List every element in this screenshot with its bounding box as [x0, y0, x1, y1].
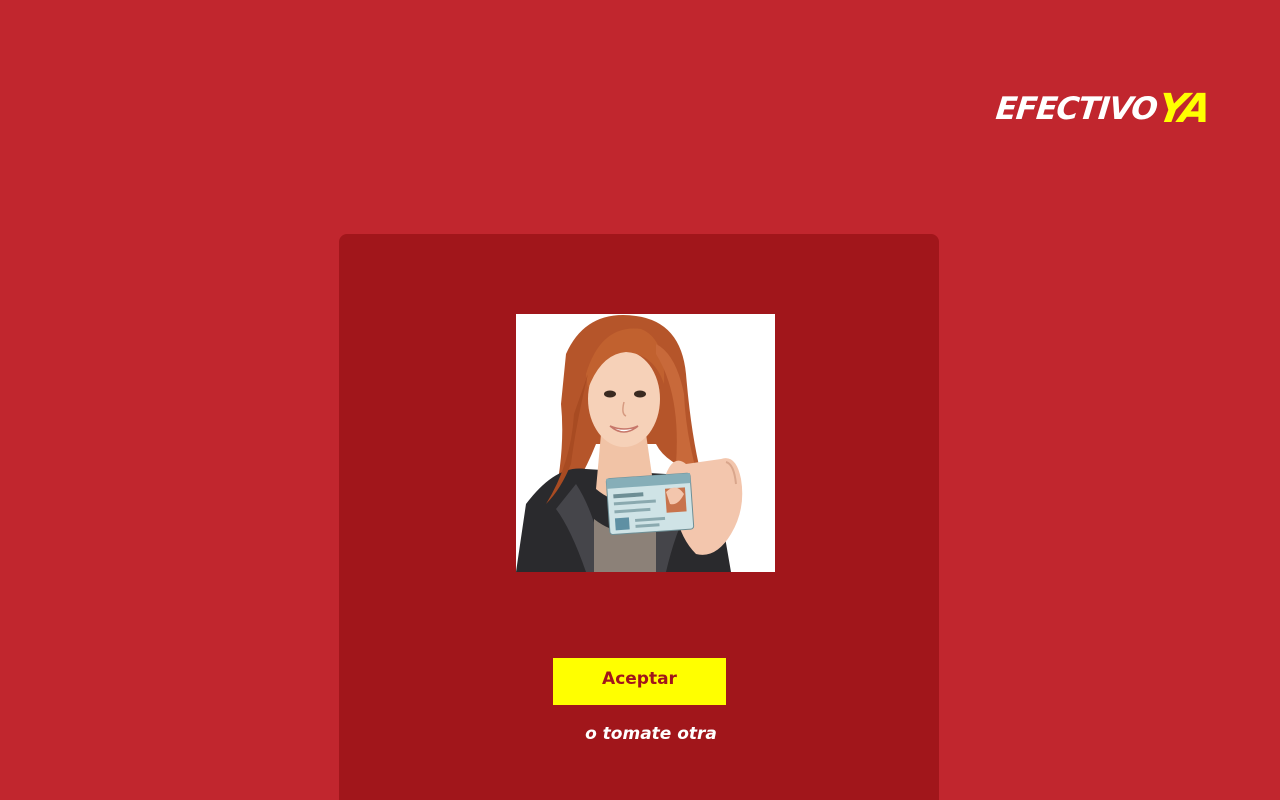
logo-text-accent: YA [1153, 86, 1212, 132]
captured-photo [516, 314, 775, 572]
photo-review-card: Aceptar o tomate otra [339, 234, 939, 800]
accept-button[interactable]: Aceptar [553, 658, 726, 705]
logo-text-main: EFECTIVO [994, 90, 1159, 127]
id-photo-icon [516, 314, 775, 572]
page: EFECTIVO YA Aceptar o tomate otra [0, 0, 1280, 800]
efectivoya-logo: EFECTIVO YA [994, 86, 1212, 132]
retake-photo-link[interactable]: o tomate otra [553, 724, 749, 744]
